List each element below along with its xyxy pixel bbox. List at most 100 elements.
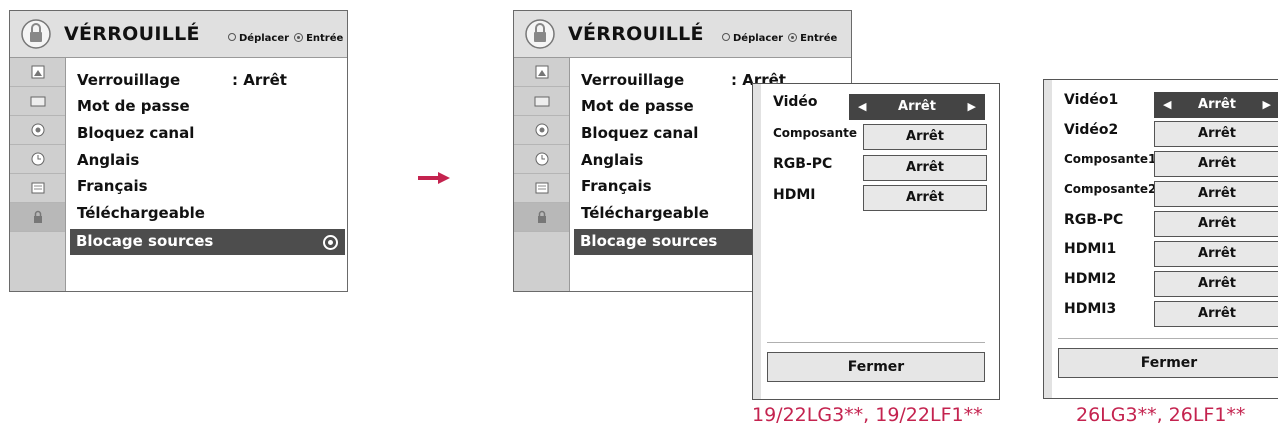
source-value-rgbpc[interactable]: Arrêt — [863, 155, 987, 181]
menu-item-english[interactable]: Anglais — [581, 151, 643, 169]
source-label-rgbpc: RGB-PC — [773, 156, 833, 172]
sidebar-lock[interactable] — [514, 203, 569, 232]
sidebar-lock[interactable] — [10, 203, 65, 232]
sidebar-screen[interactable] — [10, 87, 65, 116]
arrow-right-icon[interactable]: ▶ — [1263, 93, 1271, 117]
lock-icon — [33, 210, 42, 223]
menu-sidebar — [10, 58, 66, 291]
popup-divider — [1058, 338, 1278, 339]
source-label-rgbpc: RGB-PC — [1064, 212, 1124, 228]
source-value-hdmi[interactable]: Arrêt — [863, 185, 987, 211]
menu-item-lock-value: : Arrêt — [232, 71, 287, 89]
ok-button-icon — [294, 33, 304, 42]
source-label-hdmi: HDMI — [773, 187, 816, 203]
menu-item-downloadable[interactable]: Téléchargeable — [581, 204, 709, 222]
lock-menu-icon — [525, 19, 555, 49]
source-value-video1-text: Arrêt — [1198, 97, 1236, 112]
lock-menu-icon — [21, 19, 51, 49]
source-value-video[interactable]: ◀ Arrêt ▶ — [849, 94, 985, 120]
menu-title: VÉRROUILLÉ — [64, 23, 200, 45]
hint-move-label: Déplacer — [239, 33, 290, 44]
sidebar-time[interactable] — [514, 145, 569, 174]
menu-item-password[interactable]: Mot de passe — [581, 97, 694, 115]
sidebar-audio[interactable] — [10, 116, 65, 145]
tv-screen-icon — [534, 96, 549, 107]
source-label-video1: Vidéo1 — [1064, 92, 1119, 108]
source-value-hdmi1[interactable]: Arrêt — [1154, 241, 1278, 267]
lock-menu-left: VÉRROUILLÉ Déplacer Entrée Verrouillage :… — [9, 10, 348, 292]
source-value-rgbpc[interactable]: Arrêt — [1154, 211, 1278, 237]
source-label-video: Vidéo — [773, 94, 818, 110]
source-block-popup-small: Vidéo ◀ Arrêt ▶ Composante Arrêt RGB-PC … — [752, 83, 1000, 400]
source-value-component1[interactable]: Arrêt — [1154, 151, 1278, 177]
enter-radio-icon — [323, 235, 338, 250]
source-label-video2: Vidéo2 — [1064, 122, 1119, 138]
move-pad-icon — [226, 31, 238, 43]
clock-icon — [535, 152, 548, 166]
sidebar-time[interactable] — [10, 145, 65, 174]
menu-item-french[interactable]: Français — [77, 177, 148, 195]
menu-hint: Déplacer Entrée — [720, 31, 837, 44]
source-value-component[interactable]: Arrêt — [863, 124, 987, 150]
menu-header: VÉRROUILLÉ Déplacer Entrée — [514, 11, 851, 58]
source-value-component2[interactable]: Arrêt — [1154, 181, 1278, 207]
sidebar-picture[interactable] — [10, 58, 65, 87]
popup-shadow — [753, 84, 761, 399]
picture-icon — [535, 65, 548, 79]
sidebar-audio[interactable] — [514, 116, 569, 145]
source-value-video-text: Arrêt — [898, 99, 936, 114]
source-label-component1: Composante1 — [1064, 152, 1157, 166]
sidebar-option[interactable] — [514, 174, 569, 203]
menu-item-block-channel[interactable]: Bloquez canal — [77, 124, 194, 142]
menu-item-english[interactable]: Anglais — [77, 151, 139, 169]
hint-enter-label: Entrée — [800, 33, 838, 44]
arrow-left-icon[interactable]: ◀ — [858, 95, 866, 119]
menu-item-french[interactable]: Français — [581, 177, 652, 195]
hint-move-label: Déplacer — [733, 33, 784, 44]
tv-screen-icon — [30, 96, 45, 107]
move-pad-icon — [720, 31, 732, 43]
source-block-popup-large: Vidéo1 ◀ Arrêt ▶ Vidéo2 Arrêt Composante… — [1043, 79, 1278, 399]
source-value-hdmi3[interactable]: Arrêt — [1154, 301, 1278, 327]
menu-item-source-block-label: Blocage sources — [76, 232, 214, 250]
sidebar-option[interactable] — [10, 174, 65, 203]
clock-icon — [31, 152, 44, 166]
menu-item-password[interactable]: Mot de passe — [77, 97, 190, 115]
menu-title: VÉRROUILLÉ — [568, 23, 704, 45]
source-label-hdmi1: HDMI1 — [1064, 241, 1117, 257]
popup-shadow — [1044, 80, 1052, 398]
sidebar-screen[interactable] — [514, 87, 569, 116]
source-label-component: Composante — [773, 126, 858, 140]
popup-divider — [767, 342, 985, 343]
audio-icon — [535, 123, 548, 137]
menu-item-source-block-label: Blocage sources — [580, 232, 718, 250]
picture-icon — [31, 65, 44, 79]
option-icon — [31, 182, 44, 194]
ok-button-icon — [788, 33, 798, 42]
menu-item-lock[interactable]: Verrouillage — [77, 71, 180, 89]
menu-hint: Déplacer Entrée — [226, 31, 343, 44]
menu-sidebar — [514, 58, 570, 291]
source-label-hdmi2: HDMI2 — [1064, 271, 1117, 287]
arrow-right-icon[interactable]: ▶ — [968, 95, 976, 119]
source-value-video1[interactable]: ◀ Arrêt ▶ — [1154, 92, 1278, 118]
menu-item-downloadable[interactable]: Téléchargeable — [77, 204, 205, 222]
arrow-left-icon[interactable]: ◀ — [1163, 93, 1171, 117]
menu-item-source-block[interactable]: Blocage sources — [70, 229, 345, 255]
source-value-hdmi2[interactable]: Arrêt — [1154, 271, 1278, 297]
close-button[interactable]: Fermer — [1058, 348, 1278, 378]
menu-header: VÉRROUILLÉ Déplacer Entrée — [10, 11, 347, 58]
model-caption-large: 26LG3**, 26LF1** — [1076, 404, 1246, 426]
source-value-video2[interactable]: Arrêt — [1154, 121, 1278, 147]
source-label-component2: Composante2 — [1064, 182, 1157, 196]
source-label-hdmi3: HDMI3 — [1064, 301, 1117, 317]
option-icon — [535, 182, 548, 194]
menu-item-lock[interactable]: Verrouillage — [581, 71, 684, 89]
menu-item-block-channel[interactable]: Bloquez canal — [581, 124, 698, 142]
audio-icon — [31, 123, 44, 137]
sidebar-picture[interactable] — [514, 58, 569, 87]
close-button[interactable]: Fermer — [767, 352, 985, 382]
lock-icon — [537, 210, 546, 223]
hint-enter-label: Entrée — [306, 33, 344, 44]
model-caption-small: 19/22LG3**, 19/22LF1** — [752, 404, 983, 426]
